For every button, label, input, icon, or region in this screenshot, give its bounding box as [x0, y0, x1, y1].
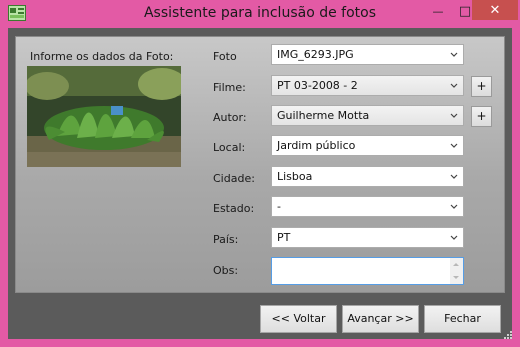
- foto-value: IMG_6293.JPG: [277, 48, 354, 61]
- close-dialog-button[interactable]: Fechar: [424, 305, 501, 333]
- add-filme-button[interactable]: +: [471, 76, 492, 97]
- scroll-down-icon[interactable]: [453, 276, 459, 279]
- add-autor-button[interactable]: +: [471, 106, 492, 127]
- obs-scrollbar[interactable]: [450, 258, 463, 284]
- chevron-down-icon: [450, 204, 458, 209]
- pais-label: País:: [213, 233, 239, 246]
- filme-select[interactable]: PT 03-2008 - 2: [271, 75, 464, 96]
- autor-value: Guilherme Motta: [277, 109, 370, 122]
- autor-select[interactable]: Guilherme Motta: [271, 105, 464, 126]
- cidade-value: Lisboa: [277, 170, 313, 183]
- chevron-down-icon: [450, 113, 458, 118]
- minimize-icon: —: [432, 4, 444, 18]
- local-value: Jardim público: [277, 139, 356, 152]
- scroll-up-icon[interactable]: [453, 263, 459, 266]
- resize-grip-icon[interactable]: [503, 330, 513, 340]
- chevron-down-icon: [450, 143, 458, 148]
- obs-label: Obs:: [213, 264, 239, 277]
- cidade-label: Cidade:: [213, 172, 255, 185]
- next-button[interactable]: Avançar >>: [342, 305, 419, 333]
- chevron-down-icon: [450, 52, 458, 57]
- cidade-select[interactable]: Lisboa: [271, 166, 464, 187]
- autor-label: Autor:: [213, 111, 247, 124]
- pais-value: PT: [277, 231, 291, 244]
- pais-select[interactable]: PT: [271, 227, 464, 248]
- filme-value: PT 03-2008 - 2: [277, 79, 358, 92]
- foto-label: Foto: [213, 50, 237, 63]
- foto-select[interactable]: IMG_6293.JPG: [271, 44, 464, 65]
- filme-label: Filme:: [213, 81, 246, 94]
- close-icon: ✕: [489, 2, 501, 18]
- photo-section-label: Informe os dados da Foto:: [30, 50, 174, 63]
- back-button[interactable]: << Voltar: [260, 305, 337, 333]
- estado-value: -: [277, 200, 281, 213]
- close-window-button[interactable]: ✕: [472, 0, 518, 20]
- local-label: Local:: [213, 141, 246, 154]
- estado-label: Estado:: [213, 202, 255, 215]
- obs-textarea[interactable]: [271, 257, 464, 285]
- chevron-down-icon: [450, 174, 458, 179]
- photo-preview: [27, 66, 181, 167]
- chevron-down-icon: [450, 235, 458, 240]
- minimize-button[interactable]: —: [424, 0, 452, 22]
- estado-select[interactable]: -: [271, 196, 464, 217]
- maximize-icon: □: [458, 3, 472, 19]
- local-select[interactable]: Jardim público: [271, 135, 464, 156]
- wizard-window: Assistente para inclusão de fotos — □ ✕ …: [0, 0, 520, 347]
- title-bar[interactable]: Assistente para inclusão de fotos — □ ✕: [0, 0, 520, 28]
- chevron-down-icon: [450, 83, 458, 88]
